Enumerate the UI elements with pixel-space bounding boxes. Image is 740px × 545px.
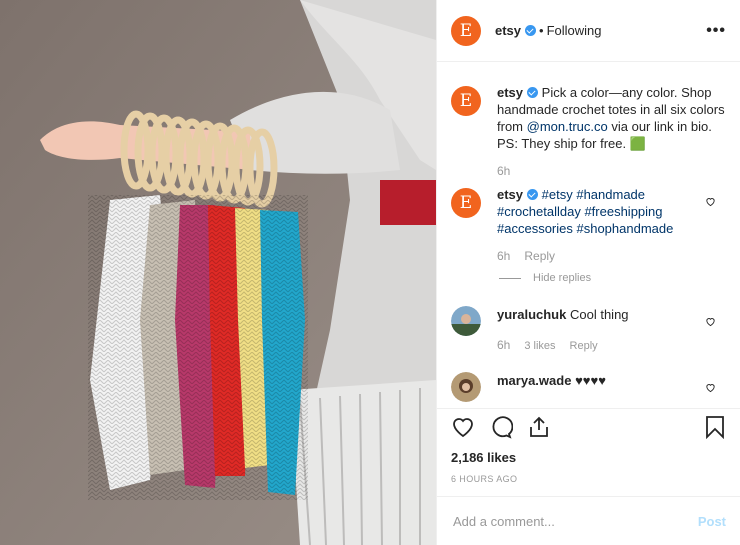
etsy-avatar[interactable]: E (451, 188, 481, 218)
reply-button[interactable]: Reply (570, 340, 598, 352)
comment-meta: 6h Reply (497, 248, 696, 265)
caption: E etsy Pick a color—any color. Shop hand… (451, 84, 726, 180)
add-comment-input[interactable] (451, 512, 698, 530)
crochet-totes-photo (0, 0, 436, 545)
verified-badge-icon (527, 189, 539, 200)
marya-wade-avatar[interactable] (451, 372, 481, 402)
following-button[interactable]: Following (547, 23, 602, 38)
comment-username[interactable]: marya.wade (497, 373, 571, 388)
comment-likes[interactable]: 3 likes (524, 340, 555, 352)
share-icon[interactable] (527, 415, 551, 439)
save-bookmark-icon[interactable] (704, 415, 726, 439)
comment-meta: 6h 3 likes Reply (497, 337, 726, 355)
like-comment-heart-icon[interactable] (705, 382, 716, 393)
like-heart-icon[interactable] (451, 415, 475, 439)
mention-link[interactable]: @mon.truc.co (527, 119, 608, 134)
verified-badge-icon (525, 25, 537, 36)
instagram-post: E etsy • Following ••• E etsy Pick a col… (0, 0, 740, 545)
comment-username[interactable]: yuraluchuk (497, 307, 566, 322)
comment-text: ♥♥♥♥ (575, 373, 606, 388)
reply-button[interactable]: Reply (524, 249, 555, 263)
comment-text: Cool thing (569, 307, 629, 322)
comment-time: 6h (497, 249, 511, 263)
post-actions (437, 408, 740, 445)
comment-time: 6h (497, 338, 511, 352)
more-options-icon[interactable]: ••• (706, 22, 726, 40)
add-comment-bar: Post (437, 496, 740, 545)
comment-bubble-icon[interactable] (489, 415, 513, 439)
post-image[interactable] (0, 0, 436, 545)
etsy-avatar[interactable]: E (451, 86, 481, 116)
hide-replies-label: Hide replies (533, 272, 592, 284)
divider-line (499, 277, 521, 279)
comment-item: yuraluchuk Cool thing 6h 3 likes Reply (451, 306, 726, 355)
comment-item: E etsy #etsy #handmade #crochetallday #f… (451, 186, 726, 265)
yuraluchuk-avatar[interactable] (451, 306, 481, 336)
etsy-avatar[interactable]: E (451, 15, 481, 46)
like-comment-heart-icon[interactable] (705, 316, 716, 327)
caption-time: 6h (497, 164, 511, 178)
separator-dot: • (539, 23, 544, 38)
comment-username[interactable]: etsy (497, 187, 523, 202)
comments-list[interactable]: E etsy Pick a color—any color. Shop hand… (437, 62, 740, 408)
comment-item: marya.wade ♥♥♥♥ (451, 372, 726, 402)
hide-replies-button[interactable]: Hide replies (499, 272, 591, 284)
post-header: E etsy • Following ••• (437, 0, 740, 62)
hashtags[interactable]: #etsy #handmade #crochetallday #freeship… (497, 187, 673, 236)
header-username[interactable]: etsy (495, 23, 521, 38)
post-timestamp: 6 HOURS AGO (451, 474, 518, 484)
post-side-panel: E etsy • Following ••• E etsy Pick a col… (436, 0, 740, 545)
like-comment-heart-icon[interactable] (705, 196, 716, 207)
likes-count[interactable]: 2,186 likes (451, 450, 516, 465)
post-comment-button[interactable]: Post (698, 514, 726, 529)
verified-badge-icon (527, 87, 539, 98)
caption-meta: 6h (497, 163, 726, 180)
caption-username[interactable]: etsy (497, 85, 523, 100)
